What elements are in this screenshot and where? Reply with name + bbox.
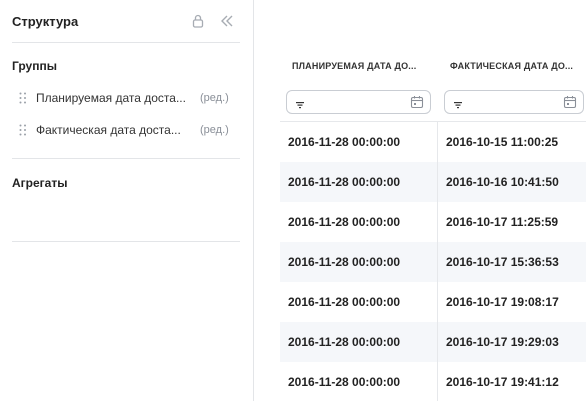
sidebar-title: Структура [12,14,79,29]
sidebar-header: Структура [12,0,240,43]
table-cell: 2016-10-16 10:41:50 [446,175,559,189]
table-row[interactable]: 2016-11-28 00:00:00 2016-10-15 11:00:25 [280,122,586,162]
drag-handle-icon[interactable] [19,92,27,104]
table-row[interactable]: 2016-11-28 00:00:00 2016-10-16 10:41:50 [280,162,586,202]
table-row[interactable]: 2016-11-28 00:00:00 2016-10-17 19:29:03 [280,322,586,362]
structure-sidebar: Структура Группы Планируемая дата доста.… [0,0,254,401]
group-item-label: Планируемая дата доста... [36,91,186,105]
column-filter-input[interactable] [444,90,584,114]
table-cell: 2016-10-17 19:08:17 [446,295,559,309]
calendar-icon[interactable] [410,95,424,109]
table-cell: 2016-11-28 00:00:00 [288,375,401,389]
filter-icon [295,97,305,109]
filter-icon [453,97,463,109]
section-divider [12,241,240,242]
table-cell: 2016-11-28 00:00:00 [288,335,401,349]
group-item-edit-link[interactable]: (ред.) [200,124,229,136]
table-cell: 2016-10-17 11:25:59 [446,215,559,229]
table-cell: 2016-10-17 19:29:03 [446,335,559,349]
table-cell: 2016-11-28 00:00:00 [288,175,401,189]
table-cell: 2016-11-28 00:00:00 [288,135,401,149]
group-item-label: Фактическая дата доста... [36,123,181,137]
table-row[interactable]: 2016-11-28 00:00:00 2016-10-17 19:41:12 [280,362,586,401]
column-header-planned-date[interactable]: ПЛАНИРУЕМАЯ ДАТА ДО... [292,48,432,84]
table-row[interactable]: 2016-11-28 00:00:00 2016-10-17 11:25:59 [280,202,586,242]
column-filter-input[interactable] [286,90,431,114]
aggregates-section-title: Агрегаты [12,176,68,190]
data-table: ПЛАНИРУЕМАЯ ДАТА ДО... ФАКТИЧЕСКАЯ ДАТА … [280,48,586,401]
column-header-actual-date[interactable]: ФАКТИЧЕСКАЯ ДАТА ДО... [450,48,586,84]
section-divider [12,158,240,159]
group-item-edit-link[interactable]: (ред.) [200,92,229,104]
double-chevron-left-icon[interactable] [219,13,235,29]
groups-section-title: Группы [12,59,57,73]
table-cell: 2016-11-28 00:00:00 [288,255,401,269]
drag-handle-icon[interactable] [19,124,27,136]
calendar-icon[interactable] [563,95,577,109]
table-cell: 2016-10-17 15:36:53 [446,255,559,269]
table-cell: 2016-10-17 19:41:12 [446,375,559,389]
table-row[interactable]: 2016-11-28 00:00:00 2016-10-17 15:36:53 [280,242,586,282]
table-cell: 2016-11-28 00:00:00 [288,215,401,229]
group-item-planned-date[interactable]: Планируемая дата доста... (ред.) [12,89,240,109]
lock-icon[interactable] [190,13,206,29]
table-cell: 2016-10-15 11:00:25 [446,135,559,149]
table-row[interactable]: 2016-11-28 00:00:00 2016-10-17 19:08:17 [280,282,586,322]
column-divider [437,121,438,401]
table-cell: 2016-11-28 00:00:00 [288,295,401,309]
group-item-actual-date[interactable]: Фактическая дата доста... (ред.) [12,121,240,141]
app-root: Структура Группы Планируемая дата доста.… [0,0,586,401]
